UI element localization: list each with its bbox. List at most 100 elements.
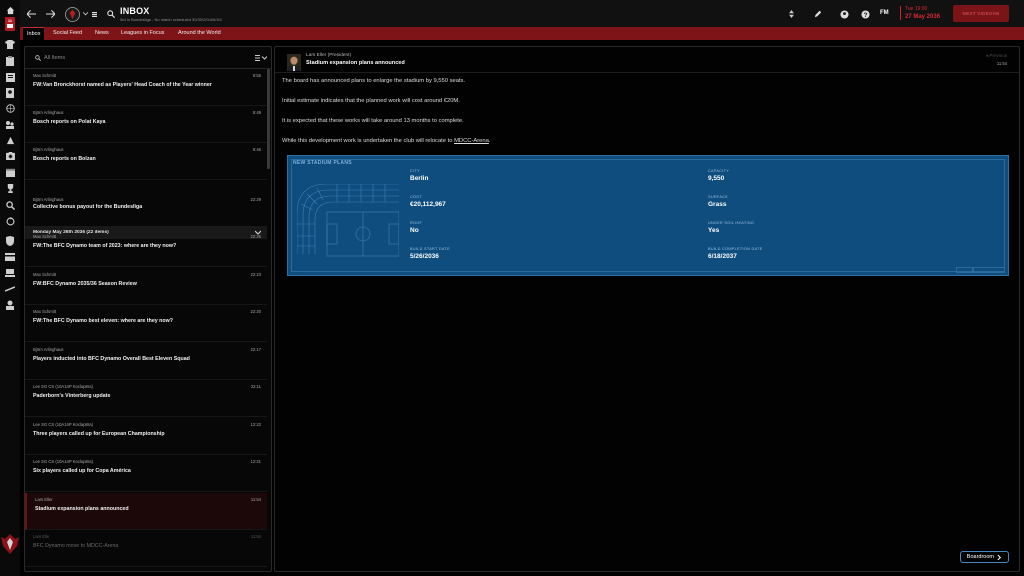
tab-leagues-in-focus[interactable]: Leagues in Focus xyxy=(117,27,168,40)
game-date-time: Tue 19:00 xyxy=(905,6,928,12)
message-time: 22:26 xyxy=(250,234,261,239)
message-item-selected[interactable]: Lars Eller 11:54 Stadium expansion plans… xyxy=(25,493,267,530)
inbox-search[interactable]: All Items xyxy=(25,47,271,69)
message-item[interactable]: Björn Arlinghaus 22:29 Collective bonus … xyxy=(25,193,267,230)
manager-profile-icon[interactable] xyxy=(4,299,16,311)
message-subject: FW:The BFC Dynamo best eleven: where are… xyxy=(33,318,174,324)
menu-list-icon[interactable] xyxy=(91,8,97,20)
message-paragraph: It is expected that these works will tak… xyxy=(282,118,464,124)
scouting-magnifier-icon[interactable] xyxy=(4,199,16,211)
home-icon[interactable] xyxy=(4,4,16,16)
message-time: 12:22 xyxy=(250,422,261,427)
message-subject: Stadium expansion plans announced xyxy=(35,506,129,512)
message-time: 22:11 xyxy=(250,384,261,389)
finances-icon[interactable] xyxy=(4,251,16,263)
message-sender[interactable]: Lars Eller (President) xyxy=(306,53,351,58)
blueprint-tag xyxy=(956,267,973,273)
boardroom-button[interactable]: Boardroom xyxy=(959,551,1009,563)
message-subject: FW:BFC Dynamo 2035/36 Season Review xyxy=(33,281,137,287)
tab-around-the-world[interactable]: Around the World xyxy=(174,27,225,40)
stadium-link[interactable]: MDCC-Arena xyxy=(454,138,489,144)
report-card-icon[interactable] xyxy=(4,283,16,295)
message-time: 22:29 xyxy=(250,197,261,202)
field-label: CAPACITY xyxy=(708,169,730,173)
dev-centre-icon[interactable] xyxy=(4,267,16,279)
field-capacity: CAPACITY 9,550 xyxy=(708,169,729,182)
inbox-icon[interactable]: 11 xyxy=(5,17,15,31)
staff-icon[interactable] xyxy=(4,87,16,99)
page-title: INBOX xyxy=(120,6,150,16)
transfers-icon[interactable] xyxy=(4,215,16,227)
data-hub-icon[interactable] xyxy=(4,71,16,83)
top-bar: INBOX 3rd in Bundesliga - No match sched… xyxy=(20,0,1024,27)
back-arrow-icon[interactable] xyxy=(25,8,37,20)
club-menu-chevron-icon[interactable] xyxy=(82,8,88,20)
assistant-icon[interactable] xyxy=(838,8,850,20)
sort-arrows-icon[interactable] xyxy=(788,8,794,20)
game-date-day: 27 May 2036 xyxy=(905,14,941,20)
club-badge-icon[interactable] xyxy=(64,6,80,22)
message-time: 22:17 xyxy=(250,347,261,352)
club-crest-icon[interactable] xyxy=(1,534,19,554)
field-under-soil-heating: UNDER SOIL HEATING Yes xyxy=(708,221,754,234)
page-subtitle: 3rd in Bundesliga - No match scheduled 3… xyxy=(120,17,223,22)
tab-inbox[interactable]: Inbox xyxy=(23,27,45,40)
relocate-end: . xyxy=(488,138,491,144)
tab-social-feed[interactable]: Social Feed xyxy=(49,27,86,40)
message-item[interactable]: Lee SG CS (10A14P Koclap8ra) 22:11 Pader… xyxy=(25,380,267,417)
field-value: Yes xyxy=(708,227,720,234)
squad-shirt-icon[interactable] xyxy=(4,38,16,50)
calendar-icon[interactable] xyxy=(4,166,16,178)
previous-message-button[interactable]: ◂ Previous xyxy=(986,53,1007,59)
previous-label: Previous xyxy=(989,53,1007,58)
message-time: 22:23 xyxy=(250,272,261,277)
message-subject: Bosch reports on Bolzan xyxy=(33,156,96,162)
message-sender: Lee SG CS (10A14P Koclap8ra) xyxy=(33,459,93,464)
continue-button[interactable]: NEXT VIDEO/IN xyxy=(953,5,1009,22)
message-paragraph: While this development work is undertake… xyxy=(282,138,490,144)
message-item[interactable]: Lars Elle 11:54 BFC Dynamo move to MDCC-… xyxy=(25,530,267,567)
medical-centre-icon[interactable] xyxy=(4,150,16,162)
field-label: BUILD START DATE xyxy=(410,247,450,251)
forward-arrow-icon[interactable] xyxy=(44,8,56,20)
message-sender: Max Schmitt xyxy=(33,272,57,277)
tab-news[interactable]: News xyxy=(91,27,113,40)
world-globe-icon[interactable] xyxy=(4,102,16,114)
message-paragraph: Initial estimate indicates that the plan… xyxy=(282,98,460,104)
global-search-icon[interactable] xyxy=(105,8,117,20)
message-subject: Six players called up for Copa América xyxy=(33,468,131,474)
field-label: UNDER SOIL HEATING xyxy=(708,221,755,225)
boardroom-label: Boardroom xyxy=(966,554,994,560)
field-value: €20,112,967 xyxy=(410,201,446,208)
message-sender: Lee SG CS (10A14P Koclap8ra) xyxy=(33,384,93,389)
message-item[interactable]: Björn Arlinghaus 8:46 Bosch reports on B… xyxy=(25,143,267,180)
schedule-icon[interactable] xyxy=(4,134,16,146)
field-label: BUILD COMPLETION DATE xyxy=(708,247,763,251)
message-item[interactable]: Björn Arlinghaus 22:17 Players inducted … xyxy=(25,343,267,380)
message-detail-panel: Lars Eller (President) Stadium expansion… xyxy=(274,46,1020,572)
field-label: ROOF xyxy=(410,221,423,225)
message-item[interactable]: Lee SG CS (10A14P Koclap8ra) 12:22 Three… xyxy=(25,418,267,455)
message-subject: Three players called up for European Cha… xyxy=(33,431,165,437)
message-item[interactable]: Max Schmitt 8:55 FW:Van Bronckhorst name… xyxy=(25,69,267,106)
edit-pencil-icon[interactable] xyxy=(812,8,824,20)
inbox-scrollbar[interactable] xyxy=(267,69,270,169)
message-item[interactable]: Björn Arlinghaus 8:49 Bosch reports on P… xyxy=(25,106,267,143)
field-city: CITY Berlin xyxy=(410,169,428,182)
message-item[interactable]: Max Schmitt 22:20 FW:The BFC Dynamo best… xyxy=(25,305,267,342)
training-icon[interactable] xyxy=(4,118,16,130)
message-sender: Lee SG CS (10A14P Koclap8ra) xyxy=(33,422,93,427)
message-item[interactable]: Max Schmitt 22:23 FW:BFC Dynamo 2035/36 … xyxy=(25,268,267,305)
club-vision-shield-icon[interactable] xyxy=(4,235,16,247)
help-question-icon[interactable]: ? xyxy=(859,8,871,20)
tactics-clipboard-icon[interactable] xyxy=(4,55,16,67)
filter-icon[interactable] xyxy=(255,54,267,62)
fm-menu-button[interactable]: FM xyxy=(880,10,889,16)
card-title: NEW STADIUM PLANS xyxy=(293,160,352,166)
message-item[interactable]: Lee SG CS (10A14P Koclap8ra) 12:21 Six p… xyxy=(25,455,267,492)
message-subject: FW:The BFC Dynamo team of 2023: where ar… xyxy=(33,243,177,249)
search-input[interactable]: All Items xyxy=(44,55,65,61)
competitions-trophy-icon[interactable] xyxy=(4,182,16,194)
chevron-right-icon xyxy=(997,554,1002,560)
message-item[interactable]: Max Schmitt 22:26 FW:The BFC Dynamo team… xyxy=(25,230,267,267)
